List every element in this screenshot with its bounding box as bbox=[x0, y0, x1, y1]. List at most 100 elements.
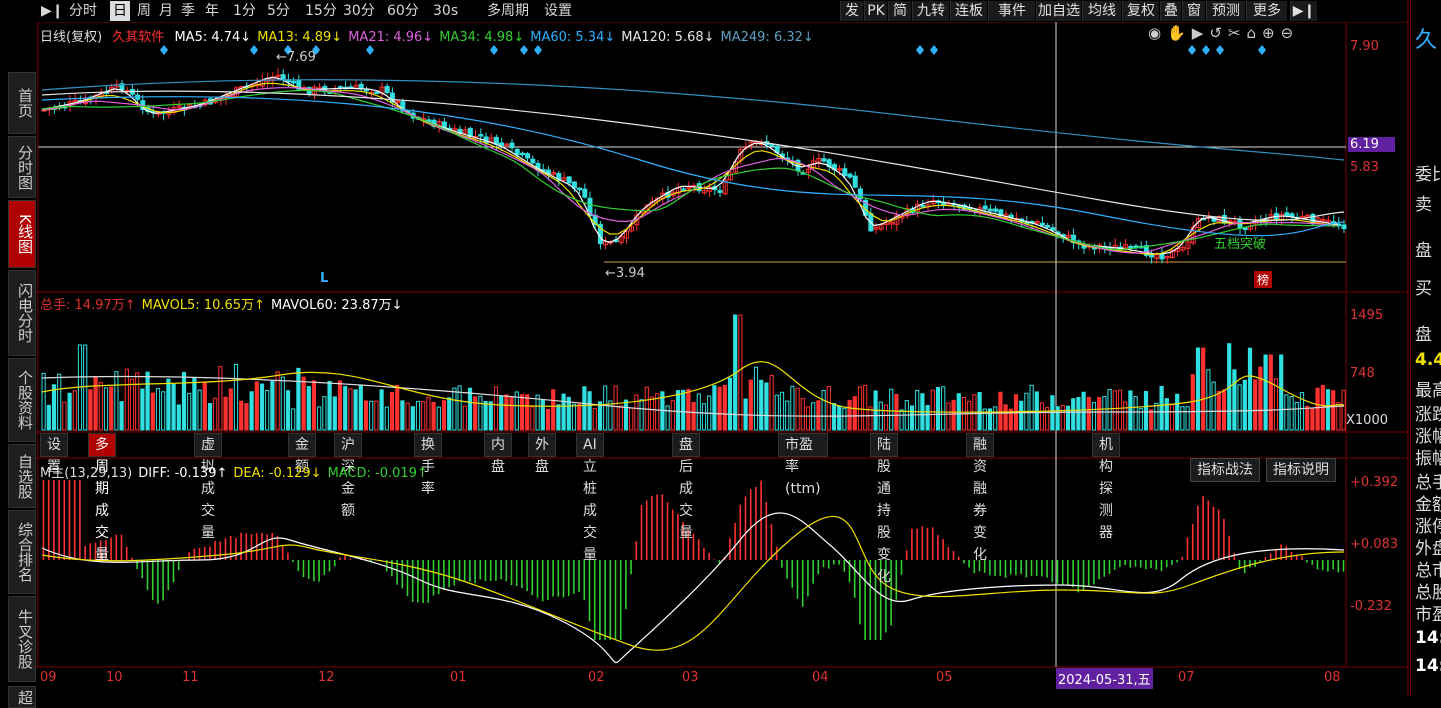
volume-bar bbox=[556, 404, 561, 431]
volume-bar bbox=[62, 401, 67, 431]
volume-bar bbox=[41, 372, 46, 431]
indicator-tab-9[interactable]: 盘后成交量 bbox=[672, 433, 700, 541]
kline-chart-area[interactable] bbox=[0, 0, 1441, 696]
candle-body bbox=[566, 176, 572, 184]
toolbar-right-10[interactable]: 窗 bbox=[1182, 1, 1205, 21]
candle-body bbox=[1050, 227, 1056, 231]
toolbar-right-4[interactable]: 连板 bbox=[950, 1, 987, 21]
toolbar-right-8[interactable]: 复权 bbox=[1122, 1, 1159, 21]
ma21-line bbox=[41, 87, 1339, 254]
nav-5[interactable]: 自选股 bbox=[8, 444, 36, 508]
event-diamond-icon bbox=[916, 45, 924, 55]
volume-bar bbox=[1159, 385, 1164, 431]
toolbar-right-0[interactable]: 发 bbox=[840, 1, 863, 21]
indicator-tab-0[interactable]: 设置 bbox=[40, 433, 68, 475]
volume-bar bbox=[1289, 395, 1294, 431]
indicator-tab-1[interactable]: 多周期成交量 bbox=[88, 433, 116, 563]
toolbar-item-2[interactable]: 周 bbox=[134, 1, 154, 21]
quote-row: 14: bbox=[1415, 628, 1441, 648]
volume-bar bbox=[369, 400, 374, 431]
volume-bar bbox=[1019, 400, 1024, 431]
volume-bar bbox=[254, 381, 259, 431]
indicator-tab-5[interactable]: 换手率 bbox=[414, 433, 442, 497]
volume-bar bbox=[967, 400, 972, 431]
toolbar-item-3[interactable]: 月 bbox=[156, 1, 176, 21]
indicator-tab-3[interactable]: 金额 bbox=[288, 433, 316, 475]
indicator-tab-8[interactable]: AI立桩成交量 bbox=[576, 433, 604, 563]
toolbar-right-2[interactable]: 简 bbox=[888, 1, 911, 21]
play-circle-icon[interactable]: ▶ bbox=[1192, 24, 1210, 42]
play-icon[interactable]: ▶❙ bbox=[38, 1, 67, 21]
lock-icon[interactable]: ⌂ bbox=[1246, 24, 1262, 42]
nav-3[interactable]: 闪电分时 bbox=[8, 270, 36, 356]
indicator-strategy-button[interactable]: 指标战法 bbox=[1190, 458, 1260, 482]
volume-bar bbox=[493, 386, 499, 431]
candle-body bbox=[987, 208, 993, 212]
volume-bar bbox=[1003, 404, 1008, 431]
toolbar-right-6[interactable]: 加自选 bbox=[1036, 1, 1081, 21]
toolbar-interval-select[interactable]: 30s bbox=[430, 1, 461, 21]
volume-bar bbox=[98, 382, 103, 431]
toolbar-right-12[interactable]: 更多 bbox=[1246, 1, 1287, 21]
nav-8[interactable]: 超 bbox=[8, 686, 36, 708]
toolbar-right-7[interactable]: 均线 bbox=[1082, 1, 1121, 21]
indicator-tab-7[interactable]: 外盘 bbox=[528, 433, 556, 475]
toolbar-item-8[interactable]: 15分 bbox=[302, 1, 340, 21]
volume-bar bbox=[306, 386, 311, 431]
toolbar-item-0[interactable]: 分时 bbox=[66, 1, 100, 21]
stock-name[interactable]: 久其软件 bbox=[112, 30, 164, 45]
ma-legend-item: MA249: 6.32↓ bbox=[720, 30, 814, 45]
zoom-in-icon[interactable]: ⊕ bbox=[1262, 24, 1281, 42]
nav-2[interactable]: K线图 bbox=[8, 200, 36, 268]
toolbar-item-6[interactable]: 1分 bbox=[230, 1, 259, 21]
l-marker[interactable]: L bbox=[320, 271, 328, 286]
eye-icon[interactable]: ◉ bbox=[1148, 24, 1167, 42]
toolbar-right-1[interactable]: PK bbox=[864, 1, 887, 21]
low-price-label: ←3.94 bbox=[605, 266, 645, 281]
indicator-tab-2[interactable]: 虚拟成交量 bbox=[194, 433, 222, 541]
volume-bar bbox=[504, 394, 509, 431]
toolbar-right-5[interactable]: 事件 bbox=[988, 1, 1035, 21]
indicator-tab-13[interactable]: 机构探测器 bbox=[1092, 433, 1120, 541]
volume-bar bbox=[738, 314, 743, 431]
undo-icon[interactable]: ↺ bbox=[1209, 24, 1228, 42]
scissors-icon[interactable]: ✂ bbox=[1228, 24, 1247, 42]
nav-0[interactable]: 首页 bbox=[8, 72, 36, 134]
indicator-help-button[interactable]: 指标说明 bbox=[1266, 458, 1336, 482]
indicator-tab-6[interactable]: 内盘 bbox=[484, 433, 512, 475]
event-diamond-icon bbox=[160, 45, 168, 55]
indicator-tab-4[interactable]: 沪深金额 bbox=[334, 433, 362, 519]
hand-icon[interactable]: ✋ bbox=[1167, 24, 1192, 42]
volume-bar bbox=[1029, 384, 1034, 431]
volume-bar bbox=[930, 389, 935, 431]
pin-icon[interactable]: ▶❙ bbox=[1290, 1, 1317, 21]
toolbar-item-7[interactable]: 5分 bbox=[264, 1, 293, 21]
volume-bar bbox=[1123, 401, 1128, 431]
indicator-tab-11[interactable]: 陆股通持股变化 bbox=[870, 433, 898, 585]
volume-bar bbox=[805, 406, 811, 431]
toolbar-right-3[interactable]: 九转 bbox=[912, 1, 949, 21]
volume-bar bbox=[831, 402, 837, 431]
zoom-out-icon[interactable]: ⊖ bbox=[1281, 24, 1300, 42]
toolbar-item-1[interactable]: 日 bbox=[110, 1, 130, 21]
nav-1[interactable]: 分时图 bbox=[8, 136, 36, 198]
indicator-tab-10[interactable]: 市盈率(ttm) bbox=[778, 433, 828, 497]
volume-bar bbox=[722, 384, 727, 431]
toolbar-item-4[interactable]: 季 bbox=[178, 1, 198, 21]
nav-7[interactable]: 牛叉诊股 bbox=[8, 596, 36, 682]
toolbar-item-13[interactable]: 设置 bbox=[541, 1, 575, 21]
toolbar-item-5[interactable]: 年 bbox=[202, 1, 222, 21]
volume-bar bbox=[1263, 354, 1268, 431]
volume-bar bbox=[842, 407, 847, 431]
toolbar-right-9[interactable]: 叠 bbox=[1160, 1, 1181, 21]
nav-6[interactable]: 综合排名 bbox=[8, 510, 36, 594]
toolbar-item-12[interactable]: 多周期 bbox=[484, 1, 532, 21]
indicator-tab-12[interactable]: 融资融券变化 bbox=[966, 433, 994, 563]
toolbar-right-11[interactable]: 预测 bbox=[1206, 1, 1245, 21]
toolbar-item-10[interactable]: 60分 bbox=[384, 1, 422, 21]
toolbar-item-9[interactable]: 30分 bbox=[340, 1, 378, 21]
nav-4[interactable]: 个股资料 bbox=[8, 358, 36, 442]
chart-tools[interactable]: ◉✋▶↺✂⌂⊕⊖ bbox=[1148, 24, 1299, 42]
quote-row: 振幅 bbox=[1415, 449, 1441, 469]
bang-marker[interactable]: 榜 bbox=[1254, 271, 1273, 288]
